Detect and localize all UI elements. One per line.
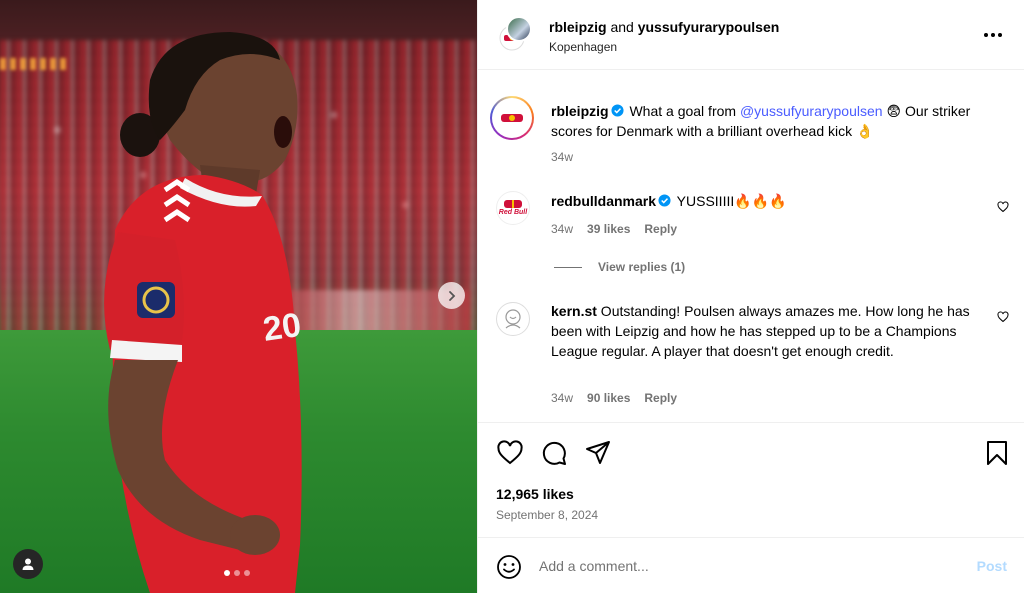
comment-body: YUSSIIIII🔥🔥🔥 [673,193,787,209]
avatar[interactable] [506,16,532,42]
redbull-logo-text: Red Bull [498,209,528,216]
caption-timestamp[interactable]: 34w [551,150,573,164]
avatar[interactable]: Red Bull [496,191,530,225]
post-date[interactable]: September 8, 2024 [496,508,598,522]
carousel-dot [224,570,230,576]
post-authors[interactable]: rbleipzig and yussufyurarypoulsen [549,19,779,35]
comment-timestamp[interactable]: 34w [551,391,573,405]
carousel-dot [234,570,240,576]
reply-button[interactable]: Reply [644,222,677,236]
comment-timestamp[interactable]: 34w [551,222,573,236]
author-username[interactable]: rbleipzig [549,19,607,35]
carousel-dot [244,570,250,576]
comment-username[interactable]: redbulldanmark [551,193,656,209]
authors-joiner: and [606,19,638,35]
chevron-right-icon [448,290,455,301]
avatar[interactable] [496,302,530,336]
comment-likes-count[interactable]: 90 likes [587,391,630,405]
comment-composer: Post [478,537,1024,593]
caption-text: rbleipzig What a goal from @yussufyurary… [551,101,991,141]
comment-text: redbulldanmark YUSSIIIII🔥🔥🔥 [551,191,991,211]
post-photo[interactable]: 20 [0,0,477,593]
comment-username[interactable]: kern.st [551,303,597,319]
comment-input[interactable] [539,555,959,577]
caption-avatar[interactable] [490,96,534,140]
verified-badge-icon [611,104,624,117]
author-username[interactable]: yussufyurarypoulsen [638,19,780,35]
verified-badge-icon [658,194,671,207]
comment-meta: 34w 90 likes Reply [551,391,677,405]
more-horizontal-icon [984,33,1002,37]
caption-meta: 34w [551,150,573,164]
caption-mention-link[interactable]: @yussufyurarypoulsen [740,103,883,119]
comment-bubble-icon[interactable] [540,439,568,467]
like-heart-icon[interactable] [496,439,524,467]
redbull-logo-icon [504,200,522,208]
like-comment-heart-icon[interactable] [997,311,1009,323]
post-comment-button[interactable]: Post [977,558,1007,574]
next-image-button[interactable] [438,282,465,309]
share-send-icon[interactable] [584,439,612,467]
comment-meta: 34w 39 likes Reply [551,222,677,236]
caption-body: What a goal from [625,103,740,119]
sketch-avatar-icon [505,309,521,329]
post-detail-panel: rbleipzig and yussufyurarypoulsen Kopenh… [477,0,1024,593]
user-icon [22,558,34,570]
replies-divider [554,266,582,268]
post-actions: 12,965 likes September 8, 2024 [478,422,1024,537]
player-figure: 20 [104,32,304,593]
post-likes-count[interactable]: 12,965 likes [496,486,574,502]
carousel-dots [224,570,250,576]
rbleipzig-logo-icon [496,102,528,134]
post-location[interactable]: Kopenhagen [549,40,617,54]
more-options-button[interactable] [983,25,1003,45]
reply-button[interactable]: Reply [644,391,677,405]
collab-avatars[interactable] [496,16,534,54]
tagged-users-button[interactable] [13,549,43,579]
comment-likes-count[interactable]: 39 likes [587,222,630,236]
caption-username[interactable]: rbleipzig [551,103,609,119]
view-replies-button[interactable]: View replies (1) [554,260,685,274]
comment-text: kern.st Outstanding! Poulsen always amaz… [551,301,971,361]
emoji-picker-icon[interactable] [496,554,522,580]
bookmark-icon[interactable] [983,439,1011,467]
comments-section: rbleipzig What a goal from @yussufyurary… [478,71,1024,422]
view-replies-label: View replies (1) [598,260,686,274]
like-comment-heart-icon[interactable] [997,201,1009,213]
comment-body: Outstanding! Poulsen always amazes me. H… [551,303,970,359]
svg-text:20: 20 [261,306,304,349]
post-header: rbleipzig and yussufyurarypoulsen Kopenh… [478,0,1024,70]
